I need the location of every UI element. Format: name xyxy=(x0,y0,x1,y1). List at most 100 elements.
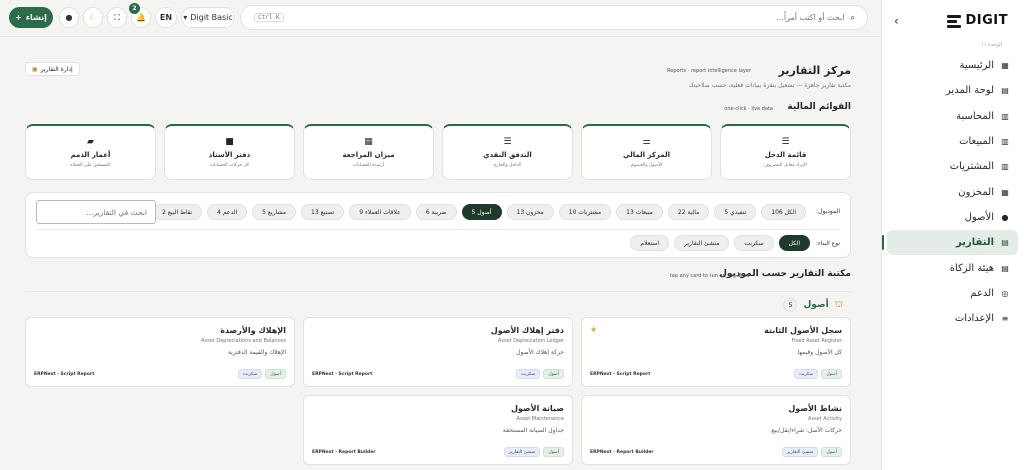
financial-card-title: أعمار الذمم xyxy=(70,151,111,159)
search-placeholder: ابحث أو اكتب أمراً... xyxy=(776,13,845,22)
library-divider xyxy=(25,291,851,292)
report-source: ERPNext · Script Report xyxy=(312,372,373,377)
module-chip[interactable]: علاقات العملاء 9 xyxy=(349,204,411,220)
sidebar-item[interactable]: ▤ التقارير xyxy=(882,230,1018,256)
group-header[interactable]: ⛫ أصول 5 xyxy=(783,298,843,312)
report-title: دفتر إهلاك الأصول xyxy=(490,326,564,335)
financial-card[interactable]: ⚌ المركز المالي الأصول والخصوم xyxy=(581,124,712,180)
notifications-button[interactable]: 🔔 2 xyxy=(129,3,151,28)
page-subtitle: مكتبة تقارير جاهزة — تشغيل بنقرة ببيانات… xyxy=(688,82,851,89)
financial-card-sub: كل حركات الحسابات xyxy=(209,163,250,168)
sidebar-item-label: الدعم xyxy=(970,287,994,299)
collapse-chevron-icon[interactable]: › xyxy=(894,14,899,28)
sidebar: DIGIT › الوحدة ١١ ▦ الرئيسية ▤ لوحة المدير ▥… xyxy=(881,0,1024,470)
build-chip[interactable]: سكربت xyxy=(734,235,774,251)
financial-hint: one-click · live data xyxy=(724,106,773,112)
company-selector[interactable]: ▾ Digit Basic xyxy=(181,7,235,28)
report-card[interactable]: الإهلاك والأرصدة Asset Depreciations and… xyxy=(25,317,295,387)
report-title-en: Asset Activity xyxy=(808,416,842,422)
report-description: حركات الأصل: شراء/نقل/بيع xyxy=(771,427,842,434)
sidebar-item-label: الرئيسية xyxy=(959,60,994,72)
build-chip[interactable]: استعلام xyxy=(630,235,670,251)
star-icon[interactable]: ★ xyxy=(590,325,597,334)
report-card[interactable]: دفتر إهلاك الأصول Asset Depreciation Led… xyxy=(303,317,573,387)
dashboard-icon: ▦ xyxy=(1001,61,1009,71)
report-search-input[interactable] xyxy=(36,200,156,224)
report-source: ERPNext · Script Report xyxy=(34,372,95,377)
financial-card-icon: ⚌ xyxy=(642,137,651,147)
module-chip[interactable]: تنفيذي 5 xyxy=(714,204,757,220)
sidebar-nav: ▦ الرئيسية ▤ لوحة المدير ▥ المحاسبة ▥ المبيعات ▥… xyxy=(882,53,1018,331)
build-chips: الكل سكربت منشئ التقارير استعلام xyxy=(630,235,810,251)
module-chip[interactable]: الدعم 4 xyxy=(207,204,248,220)
financial-card[interactable]: ▦ ميزان المراجعة أرصدة الحسابات xyxy=(303,124,434,180)
bell-icon: 🔔 xyxy=(136,13,146,22)
build-chip[interactable]: الكل xyxy=(778,235,810,251)
report-title-en: Asset Maintenance xyxy=(516,416,564,422)
sidebar-item[interactable]: ▥ المشتريات xyxy=(887,154,1018,179)
module-chip[interactable]: تصنيع 13 xyxy=(301,204,345,220)
financial-card-title: قائمة الدخل xyxy=(764,151,807,159)
manage-reports-button[interactable]: إدارة التقارير ▣ xyxy=(25,62,80,76)
inventory-icon: ▦ xyxy=(1001,187,1009,197)
user-button[interactable]: ● xyxy=(59,7,79,28)
report-title: صيانة الأصول xyxy=(510,404,564,413)
sidebar-item[interactable]: ● الأصول xyxy=(887,205,1018,230)
report-card[interactable]: صيانة الأصول Asset Maintenance جداول الص… xyxy=(303,395,573,465)
search-shortcut: Ctrl K xyxy=(254,13,284,22)
sidebar-item[interactable]: ▤ لوحة المدير xyxy=(887,78,1018,103)
sidebar-item[interactable]: ▥ المحاسبة xyxy=(887,104,1018,129)
sidebar-item-label: الأصول xyxy=(964,211,994,223)
report-tag: أصول xyxy=(821,447,842,457)
report-title-en: Fixed Asset Register xyxy=(791,338,842,344)
report-card[interactable]: نشاط الأصول Asset Activity حركات الأصل: … xyxy=(581,395,851,465)
global-search[interactable]: ⌕ ابحث أو اكتب أمراً... Ctrl K xyxy=(240,5,868,30)
ledger-icon: ▥ xyxy=(1001,111,1009,121)
financial-card[interactable]: ☰ التدفق النقدي الداخل والخارج xyxy=(442,124,573,180)
financial-section-title: القوائم المالية xyxy=(787,102,851,112)
report-tag: أصول xyxy=(821,369,842,379)
moon-icon: ☾ xyxy=(89,13,97,22)
theme-toggle[interactable]: ☾ xyxy=(83,7,103,28)
report-source: ERPNext · Script Report xyxy=(590,372,651,377)
financial-card-icon: ▰ xyxy=(87,137,94,147)
report-title: سجل الأصول الثابتة xyxy=(764,326,842,335)
module-chip[interactable]: مشاريع 5 xyxy=(252,204,297,220)
financial-card[interactable]: ▰ أعمار الذمم المستحق على العملاء xyxy=(25,124,156,180)
financial-card[interactable]: ☰ قائمة الدخل الإيراد مقابل المصروف xyxy=(720,124,851,180)
module-chip[interactable]: الكل 106 xyxy=(761,204,806,220)
language-button[interactable]: EN xyxy=(155,7,177,28)
page-title: مركز التقارير xyxy=(778,64,851,77)
sidebar-item[interactable]: ▤ هيئة الزكاة xyxy=(887,255,1018,280)
create-button[interactable]: إنشاء + xyxy=(9,7,53,28)
module-chip[interactable]: نقاط البيع 2 xyxy=(152,204,203,220)
report-title: نشاط الأصول xyxy=(788,404,842,413)
sidebar-item[interactable]: ▦ الرئيسية xyxy=(887,53,1018,78)
sidebar-item[interactable]: ▦ المخزون xyxy=(887,179,1018,204)
sidebar-item[interactable]: ▥ المبيعات xyxy=(887,129,1018,154)
financial-card-title: دفتر الأستاذ xyxy=(208,151,251,159)
report-title: الإهلاك والأرصدة xyxy=(220,326,286,335)
report-source: ERPNext · Report Builder xyxy=(590,450,654,455)
financial-card-icon: ☰ xyxy=(503,137,512,147)
report-tags: أصول منشئ التقارير xyxy=(781,447,842,457)
report-card[interactable]: سجل الأصول الثابتة Fixed Asset Register … xyxy=(581,317,851,387)
report-description: جداول الصيانة المستحقة xyxy=(502,427,564,434)
module-chip[interactable]: ضريبة 6 xyxy=(415,204,457,220)
fullscreen-button[interactable]: ⛶ xyxy=(107,7,127,28)
module-chip[interactable]: مبيعات 13 xyxy=(616,204,663,220)
report-tags: أصول سكربت xyxy=(515,369,564,379)
financial-card[interactable]: ■ دفتر الأستاذ كل حركات الحسابات xyxy=(164,124,295,180)
sidebar-section-label: الوحدة ١١ xyxy=(981,42,1002,48)
build-chip[interactable]: منشئ التقارير xyxy=(674,235,730,251)
module-chip[interactable]: مشتريات 10 xyxy=(558,204,612,220)
sidebar-item[interactable]: ≡ الإعدادات xyxy=(887,306,1018,331)
report-description: الإهلاك والقيمة الدفترية xyxy=(227,349,286,356)
sidebar-item[interactable]: ◎ الدعم xyxy=(887,281,1018,306)
group-name: أصول xyxy=(803,300,829,310)
module-chip[interactable]: أصول 5 xyxy=(461,204,502,220)
module-chip[interactable]: مالية 22 xyxy=(667,204,710,220)
logo[interactable]: DIGIT xyxy=(947,13,1008,28)
library-hint: tap any card to run on live data xyxy=(669,273,749,279)
module-chip[interactable]: مخزون 13 xyxy=(506,204,554,220)
